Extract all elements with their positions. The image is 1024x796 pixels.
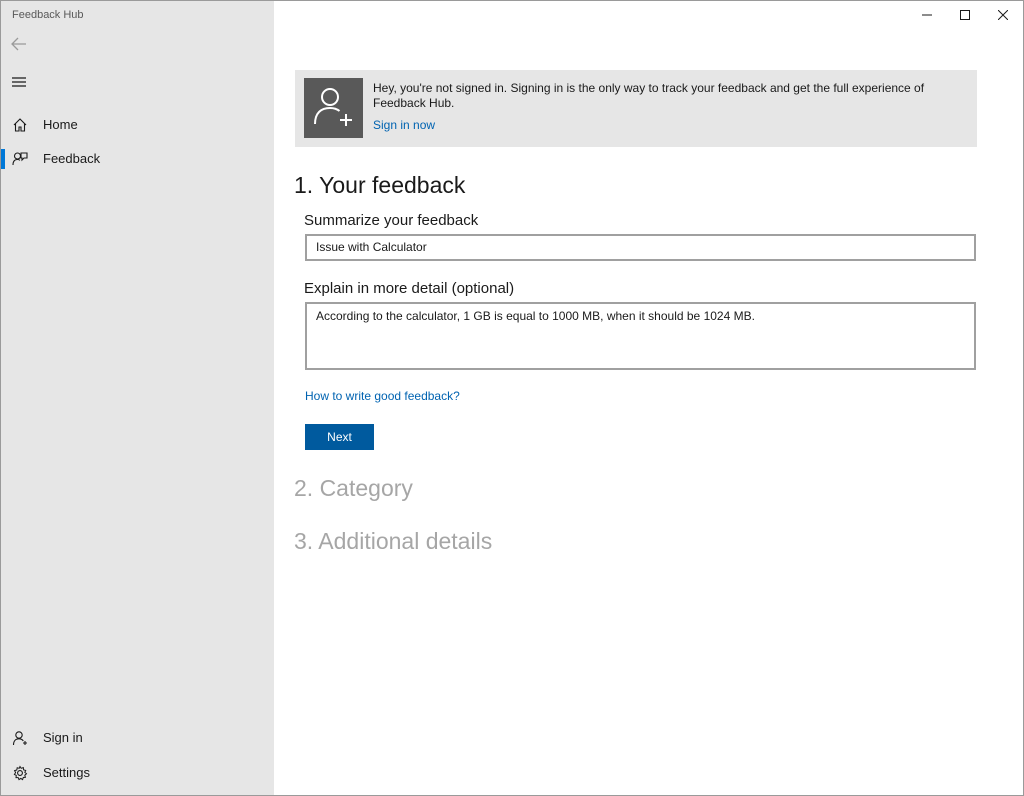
- avatar: [304, 78, 363, 138]
- back-arrow-icon: [11, 37, 27, 56]
- sidebar-item-home[interactable]: Home: [1, 108, 274, 142]
- feedback-help-link[interactable]: How to write good feedback?: [305, 389, 460, 403]
- sidebar-item-label: Sign in: [43, 730, 83, 745]
- sidebar-item-label: Settings: [43, 765, 90, 780]
- sign-in-message: Hey, you're not signed in. Signing in is…: [373, 81, 925, 110]
- sign-in-link[interactable]: Sign in now: [373, 118, 435, 132]
- sidebar-item-label: Home: [43, 117, 78, 132]
- section-heading-category[interactable]: 2. Category: [294, 475, 413, 502]
- gear-icon: [11, 764, 29, 782]
- hamburger-icon: [11, 75, 27, 93]
- sidebar-item-sign-in[interactable]: Sign in: [1, 721, 274, 755]
- menu-button[interactable]: [5, 72, 33, 96]
- app-title: Feedback Hub: [12, 9, 84, 21]
- person-icon: [11, 729, 29, 747]
- section-heading-your-feedback: 1. Your feedback: [294, 172, 466, 198]
- feedback-icon: [11, 150, 29, 168]
- sign-in-banner: Hey, you're not signed in. Signing in is…: [295, 70, 977, 147]
- maximize-icon: [960, 7, 970, 25]
- sidebar: Feedback Hub Home Feedback Sign in Setti…: [1, 1, 274, 795]
- detail-textarea[interactable]: According to the calculator, 1 GB is equ…: [305, 302, 976, 370]
- selected-indicator: [1, 149, 5, 169]
- home-icon: [11, 116, 29, 134]
- back-button[interactable]: [5, 34, 33, 58]
- summary-label: Summarize your feedback: [304, 212, 479, 229]
- section-heading-additional-details[interactable]: 3. Additional details: [294, 528, 492, 555]
- minimize-icon: [922, 7, 932, 25]
- close-icon: [997, 7, 1009, 25]
- next-button[interactable]: Next: [305, 424, 374, 450]
- feedback-hub-window: Feedback Hub Home Feedback Sign in Setti…: [0, 0, 1024, 796]
- sidebar-item-feedback[interactable]: Feedback: [1, 142, 274, 176]
- sidebar-item-label: Feedback: [43, 151, 101, 166]
- close-button[interactable]: [980, 1, 1023, 30]
- add-user-icon: [312, 84, 356, 133]
- sidebar-item-settings[interactable]: Settings: [1, 756, 274, 790]
- detail-label: Explain in more detail (optional): [304, 280, 515, 297]
- summary-input[interactable]: Issue with Calculator: [305, 234, 976, 261]
